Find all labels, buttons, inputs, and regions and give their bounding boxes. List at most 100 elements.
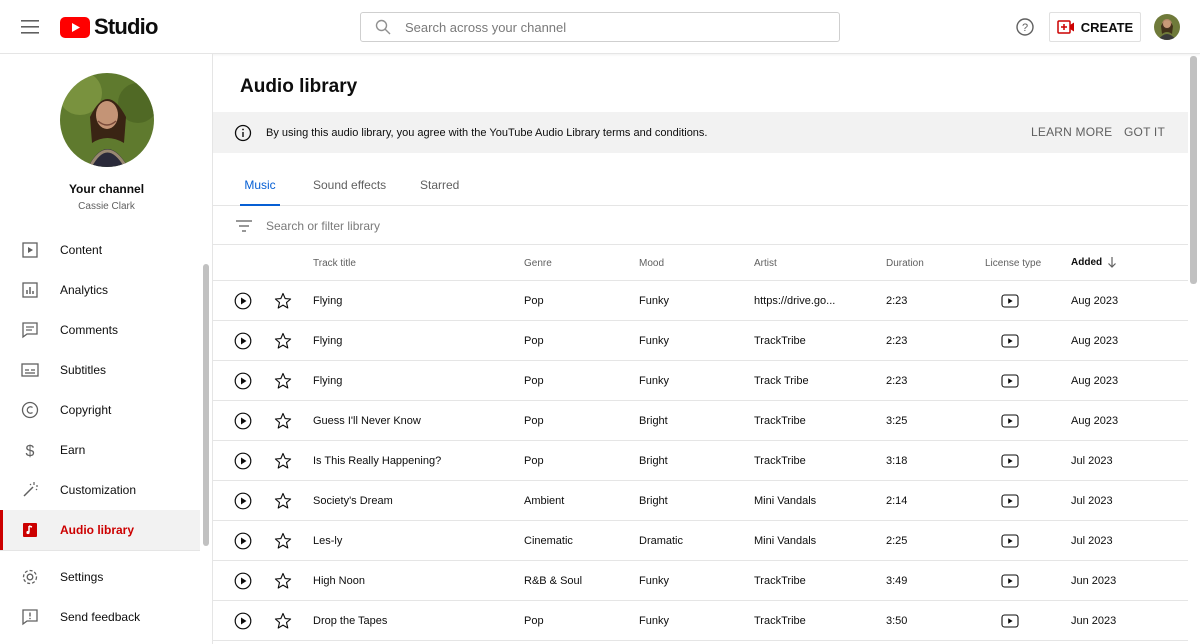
- table-row[interactable]: Flying Pop Funky https://drive.go... 2:23 Aug…: [213, 281, 1188, 321]
- column-artist[interactable]: Artist: [754, 258, 777, 269]
- column-mood[interactable]: Mood: [639, 258, 664, 269]
- cell-artist[interactable]: TrackTribe: [754, 575, 878, 587]
- cell-artist[interactable]: https://drive.go...: [754, 295, 878, 307]
- youtube-license-icon[interactable]: [1001, 534, 1019, 548]
- create-button[interactable]: CREATE: [1049, 12, 1141, 42]
- column-track-title[interactable]: Track title: [313, 258, 356, 269]
- star-icon[interactable]: [274, 372, 292, 390]
- cell-artist[interactable]: Track Tribe: [754, 375, 878, 387]
- cell-duration: 2:14: [886, 495, 908, 507]
- column-added[interactable]: Added: [1071, 257, 1117, 268]
- cell-duration: 2:25: [886, 535, 908, 547]
- star-icon[interactable]: [274, 292, 292, 310]
- cell-title: High Noon: [313, 575, 365, 587]
- star-icon[interactable]: [274, 612, 292, 630]
- youtube-license-icon[interactable]: [1001, 614, 1019, 628]
- play-icon[interactable]: [234, 572, 252, 590]
- play-icon[interactable]: [234, 332, 252, 350]
- youtube-license-icon[interactable]: [1001, 414, 1019, 428]
- sidebar-item-settings[interactable]: Settings: [0, 557, 200, 597]
- cell-artist[interactable]: Mini Vandals: [754, 495, 878, 507]
- sidebar-item-comments[interactable]: Comments: [0, 310, 200, 350]
- account-avatar[interactable]: [1154, 14, 1180, 40]
- table-row[interactable]: Is This Really Happening? Pop Bright TrackT…: [213, 441, 1188, 481]
- play-icon[interactable]: [234, 452, 252, 470]
- copyright-icon: [20, 400, 40, 420]
- learn-more-button[interactable]: LEARN MORE: [1031, 125, 1112, 139]
- sidebar-item-send-feedback[interactable]: Send feedback: [0, 597, 200, 637]
- cell-genre: Pop: [524, 335, 544, 347]
- play-icon[interactable]: [234, 412, 252, 430]
- youtube-license-icon[interactable]: [1001, 374, 1019, 388]
- youtube-license-icon[interactable]: [1001, 294, 1019, 308]
- hamburger-menu-icon[interactable]: [18, 15, 42, 39]
- channel-avatar[interactable]: [60, 73, 154, 167]
- cell-artist[interactable]: TrackTribe: [754, 335, 878, 347]
- tab-sound-effects[interactable]: Sound effects: [313, 178, 386, 206]
- play-icon[interactable]: [234, 532, 252, 550]
- star-icon[interactable]: [274, 532, 292, 550]
- sidebar-item-earn[interactable]: $ Earn: [0, 430, 200, 470]
- play-icon[interactable]: [234, 612, 252, 630]
- table-row[interactable]: High Noon R&B & Soul Funky TrackTribe 3:49 Ju…: [213, 561, 1188, 601]
- youtube-license-icon[interactable]: [1001, 494, 1019, 508]
- column-added-label: Added: [1071, 257, 1103, 268]
- search-input[interactable]: [405, 19, 825, 35]
- cell-artist[interactable]: TrackTribe: [754, 415, 878, 427]
- star-icon[interactable]: [274, 572, 292, 590]
- got-it-button[interactable]: GOT IT: [1124, 125, 1165, 139]
- sidebar-item-content[interactable]: Content: [0, 230, 200, 270]
- sidebar-item-label: Customization: [60, 483, 137, 497]
- tab-starred[interactable]: Starred: [420, 178, 459, 206]
- cell-title: Society's Dream: [313, 495, 393, 507]
- play-icon[interactable]: [234, 292, 252, 310]
- play-icon[interactable]: [234, 492, 252, 510]
- cell-duration: 3:49: [886, 575, 908, 587]
- table-row[interactable]: Drop the Tapes Pop Funky TrackTribe 3:50 Jun …: [213, 601, 1188, 641]
- sidebar-item-subtitles[interactable]: Subtitles: [0, 350, 200, 390]
- cell-genre: Pop: [524, 615, 544, 627]
- star-icon[interactable]: [274, 332, 292, 350]
- filter-icon[interactable]: [235, 217, 253, 235]
- tab-music[interactable]: Music: [240, 178, 280, 206]
- sidebar-item-label: Content: [60, 243, 103, 257]
- column-license-type[interactable]: License type: [985, 258, 1041, 269]
- table-row[interactable]: Society's Dream Ambient Bright Mini Vandals…: [213, 481, 1188, 521]
- table-row[interactable]: Flying Pop Funky TrackTribe 2:23 Aug 2023: [213, 321, 1188, 361]
- table-row[interactable]: Flying Pop Funky Track Tribe 2:23 Aug 2023: [213, 361, 1188, 401]
- sidebar-item-audio-library[interactable]: Audio library: [0, 510, 200, 550]
- sidebar-item-label: Earn: [60, 443, 86, 457]
- table-row[interactable]: Les-ly Cinematic Dramatic Mini Vandals 2:25 J…: [213, 521, 1188, 561]
- cell-artist[interactable]: TrackTribe: [754, 615, 878, 627]
- youtube-license-icon[interactable]: [1001, 574, 1019, 588]
- youtube-license-icon[interactable]: [1001, 334, 1019, 348]
- main-scrollbar[interactable]: [1190, 56, 1197, 284]
- sidebar-item-analytics[interactable]: Analytics: [0, 270, 200, 310]
- cell-artist[interactable]: Mini Vandals: [754, 535, 878, 547]
- help-icon[interactable]: ?: [1014, 16, 1036, 38]
- sidebar: Your channel Cassie Clark Content Analyt…: [0, 54, 213, 644]
- sidebar-item-label: Analytics: [60, 283, 109, 297]
- star-icon[interactable]: [274, 412, 292, 430]
- star-icon[interactable]: [274, 452, 292, 470]
- sidebar-item-customization[interactable]: Customization: [0, 470, 200, 510]
- cell-genre: Ambient: [524, 495, 565, 507]
- sidebar-item-copyright[interactable]: Copyright: [0, 390, 200, 430]
- cell-artist[interactable]: TrackTribe: [754, 455, 878, 467]
- studio-logo[interactable]: Studio: [60, 14, 158, 40]
- column-duration[interactable]: Duration: [886, 258, 924, 269]
- cell-added: Jun 2023: [1071, 615, 1117, 627]
- youtube-license-icon[interactable]: [1001, 454, 1019, 468]
- filter-input[interactable]: [266, 218, 666, 233]
- cell-added: Aug 2023: [1071, 295, 1119, 307]
- sidebar-scrollbar[interactable]: [203, 264, 209, 546]
- column-genre[interactable]: Genre: [524, 258, 552, 269]
- cell-title: Drop the Tapes: [313, 615, 388, 627]
- cell-mood: Funky: [639, 295, 669, 307]
- channel-search[interactable]: [360, 12, 840, 42]
- table-row[interactable]: Guess I'll Never Know Pop Bright TrackTribe…: [213, 401, 1188, 441]
- cell-duration: 2:23: [886, 335, 908, 347]
- gear-icon: [20, 567, 40, 587]
- star-icon[interactable]: [274, 492, 292, 510]
- play-icon[interactable]: [234, 372, 252, 390]
